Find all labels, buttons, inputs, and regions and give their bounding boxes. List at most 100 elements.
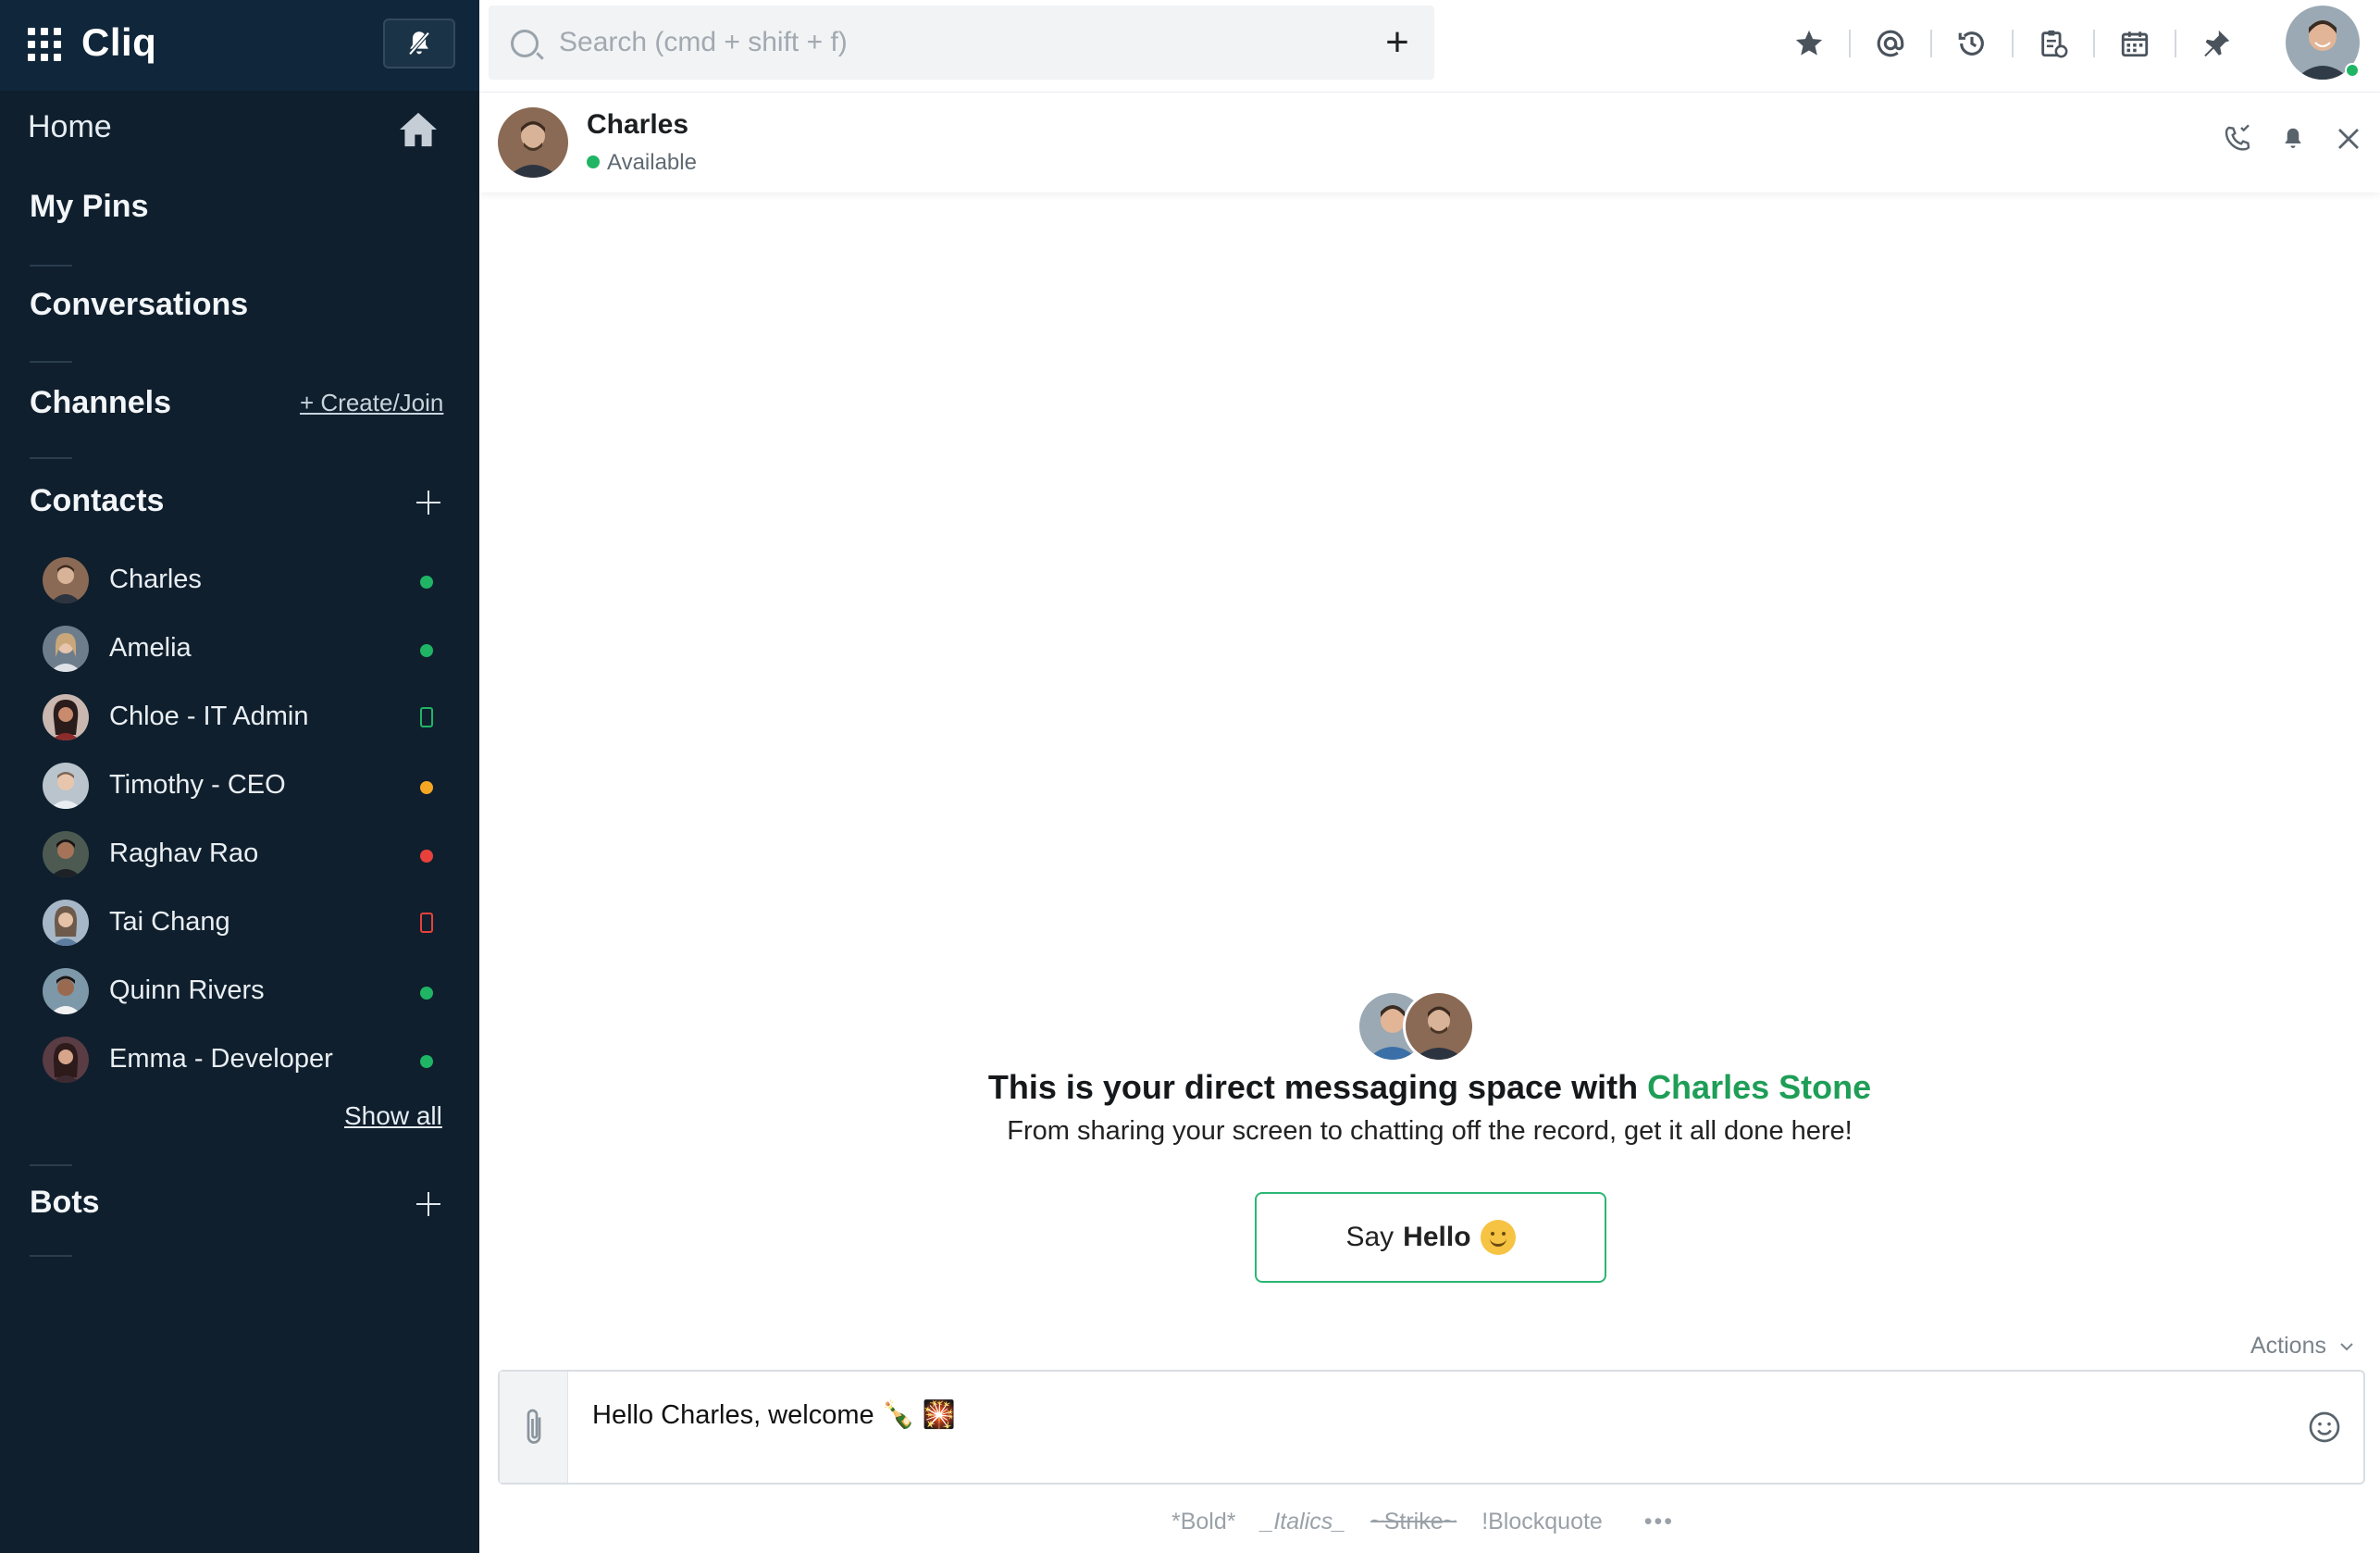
toolbar-icons: [1784, 20, 2241, 67]
create-join-channel-link[interactable]: + Create/Join: [300, 389, 443, 417]
separator: [1849, 30, 1851, 57]
contact-name: Charles: [109, 565, 202, 594]
mention-icon[interactable]: [1866, 22, 1915, 65]
add-bot-button[interactable]: [413, 1188, 444, 1220]
contact-item-quinn-rivers[interactable]: Quinn Rivers: [43, 963, 450, 1018]
actions-dropdown[interactable]: Actions: [2250, 1333, 2355, 1360]
emoji-icon: [2309, 1411, 2340, 1443]
say-hello-button[interactable]: Say Hello: [1255, 1192, 1606, 1283]
top-bar: +: [479, 0, 2380, 93]
contact-item-timothy[interactable]: Timothy - CEO: [43, 757, 450, 813]
format-hints: *Bold* _Italics_ ~Strike~ !Blockquote ••…: [1171, 1509, 1692, 1535]
chat-status-text: Available: [607, 150, 697, 175]
divider: [30, 457, 72, 459]
participants-avatars: [1357, 990, 1486, 1064]
search-input[interactable]: [559, 24, 1355, 61]
contact-name: Chloe - IT Admin: [109, 702, 309, 731]
contact-name: Raghav Rao: [109, 839, 259, 868]
chat-header: Charles Available: [479, 93, 2380, 193]
clipboard-icon[interactable]: [2028, 22, 2078, 65]
bell-icon: [2285, 128, 2301, 148]
message-composer[interactable]: Hello Charles, welcome 🍾 🎇: [498, 1370, 2365, 1485]
welcome-title-prefix: This is your direct messaging space with: [987, 1068, 1648, 1106]
mobile-status-icon: [420, 707, 433, 727]
close-chat-button[interactable]: [2330, 120, 2367, 157]
chat-contact-avatar[interactable]: [498, 107, 568, 178]
bold-hint[interactable]: *Bold*: [1171, 1509, 1236, 1534]
nav-bots[interactable]: Bots: [30, 1185, 100, 1221]
more-formats-icon[interactable]: •••: [1644, 1509, 1674, 1534]
welcome-subtitle: From sharing your screen to chatting off…: [1007, 1116, 1853, 1146]
divider: [30, 265, 72, 267]
paperclip-icon: [527, 1409, 540, 1444]
show-all-contacts-link[interactable]: Show all: [344, 1101, 442, 1131]
attach-button[interactable]: [500, 1372, 568, 1483]
emoji-button[interactable]: [2306, 1409, 2343, 1446]
blockquote-hint[interactable]: !Blockquote: [1481, 1509, 1603, 1534]
avatar: [1403, 990, 1475, 1062]
contact-name: Quinn Rivers: [109, 975, 265, 1005]
welcome-title: This is your direct messaging space with…: [479, 1068, 2380, 1107]
do-not-disturb-button[interactable]: [383, 19, 455, 68]
search-box[interactable]: [489, 6, 1375, 80]
status-available-dot: [420, 576, 433, 589]
contact-item-raghav[interactable]: Raghav Rao: [43, 826, 450, 881]
phone-icon: [2225, 124, 2250, 151]
call-button[interactable]: [2219, 120, 2256, 157]
nav-contacts[interactable]: Contacts: [30, 483, 164, 519]
nav-conversations[interactable]: Conversations: [30, 287, 248, 323]
add-contact-button[interactable]: [413, 487, 444, 518]
avatar: [43, 694, 89, 740]
message-input[interactable]: Hello Charles, welcome 🍾 🎇: [592, 1399, 956, 1431]
status-available-dot: [587, 155, 600, 168]
strike-hint[interactable]: ~Strike~: [1370, 1509, 1457, 1534]
close-icon: [2338, 129, 2359, 149]
nav-home-label: Home: [28, 109, 112, 144]
nav-my-pins[interactable]: My Pins: [30, 189, 148, 225]
search-icon: [511, 30, 539, 57]
star-icon[interactable]: [1784, 22, 1834, 65]
status-available-dot: [420, 987, 433, 1000]
chevron-down-icon: [2340, 1343, 2353, 1351]
contact-item-charles[interactable]: Charles: [43, 552, 450, 607]
apps-grid-icon[interactable]: [28, 28, 61, 61]
avatar: [43, 626, 89, 672]
brand-bar: Cliq: [0, 0, 479, 91]
contact-item-amelia[interactable]: Amelia: [43, 620, 450, 676]
sidebar: Cliq Home My Pins Conversations Channels…: [0, 0, 479, 1553]
contact-item-tai-chang[interactable]: Tai Chang: [43, 894, 450, 950]
contact-full-name-link[interactable]: Charles Stone: [1647, 1068, 1871, 1106]
nav-channels[interactable]: Channels: [30, 385, 171, 421]
contact-item-chloe[interactable]: Chloe - IT Admin: [43, 689, 450, 744]
home-icon: [400, 112, 437, 147]
separator: [2093, 30, 2095, 57]
chat-contact-name[interactable]: Charles: [587, 109, 688, 141]
avatar: [43, 1037, 89, 1083]
separator: [2012, 30, 2014, 57]
new-chat-button[interactable]: +: [1360, 6, 1434, 80]
contact-name: Emma - Developer: [109, 1044, 333, 1074]
divider: [30, 1164, 72, 1166]
say-label: Say: [1345, 1222, 1395, 1252]
status-away-dot: [420, 781, 433, 794]
status-busy-dot: [420, 850, 433, 863]
chat-header-actions: [2219, 120, 2367, 157]
divider: [30, 361, 72, 363]
calendar-icon[interactable]: [2110, 22, 2160, 65]
nav-home[interactable]: Home: [28, 109, 444, 150]
user-status-dot: [2345, 63, 2360, 78]
smiley-icon: [1480, 1220, 1516, 1255]
italics-hint[interactable]: _Italics_: [1260, 1509, 1345, 1534]
divider: [30, 1255, 72, 1257]
contact-item-emma[interactable]: Emma - Developer: [43, 1031, 450, 1087]
pin-icon[interactable]: [2191, 22, 2241, 65]
history-icon[interactable]: [1947, 22, 1997, 65]
avatar: [43, 831, 89, 877]
notifications-button[interactable]: [2275, 120, 2312, 157]
avatar: [43, 968, 89, 1014]
status-available-dot: [420, 644, 433, 657]
contact-name: Amelia: [109, 633, 192, 663]
contact-name: Tai Chang: [109, 907, 230, 937]
chat-contact-status: Available: [587, 150, 697, 176]
app-logo: Cliq: [81, 20, 157, 64]
